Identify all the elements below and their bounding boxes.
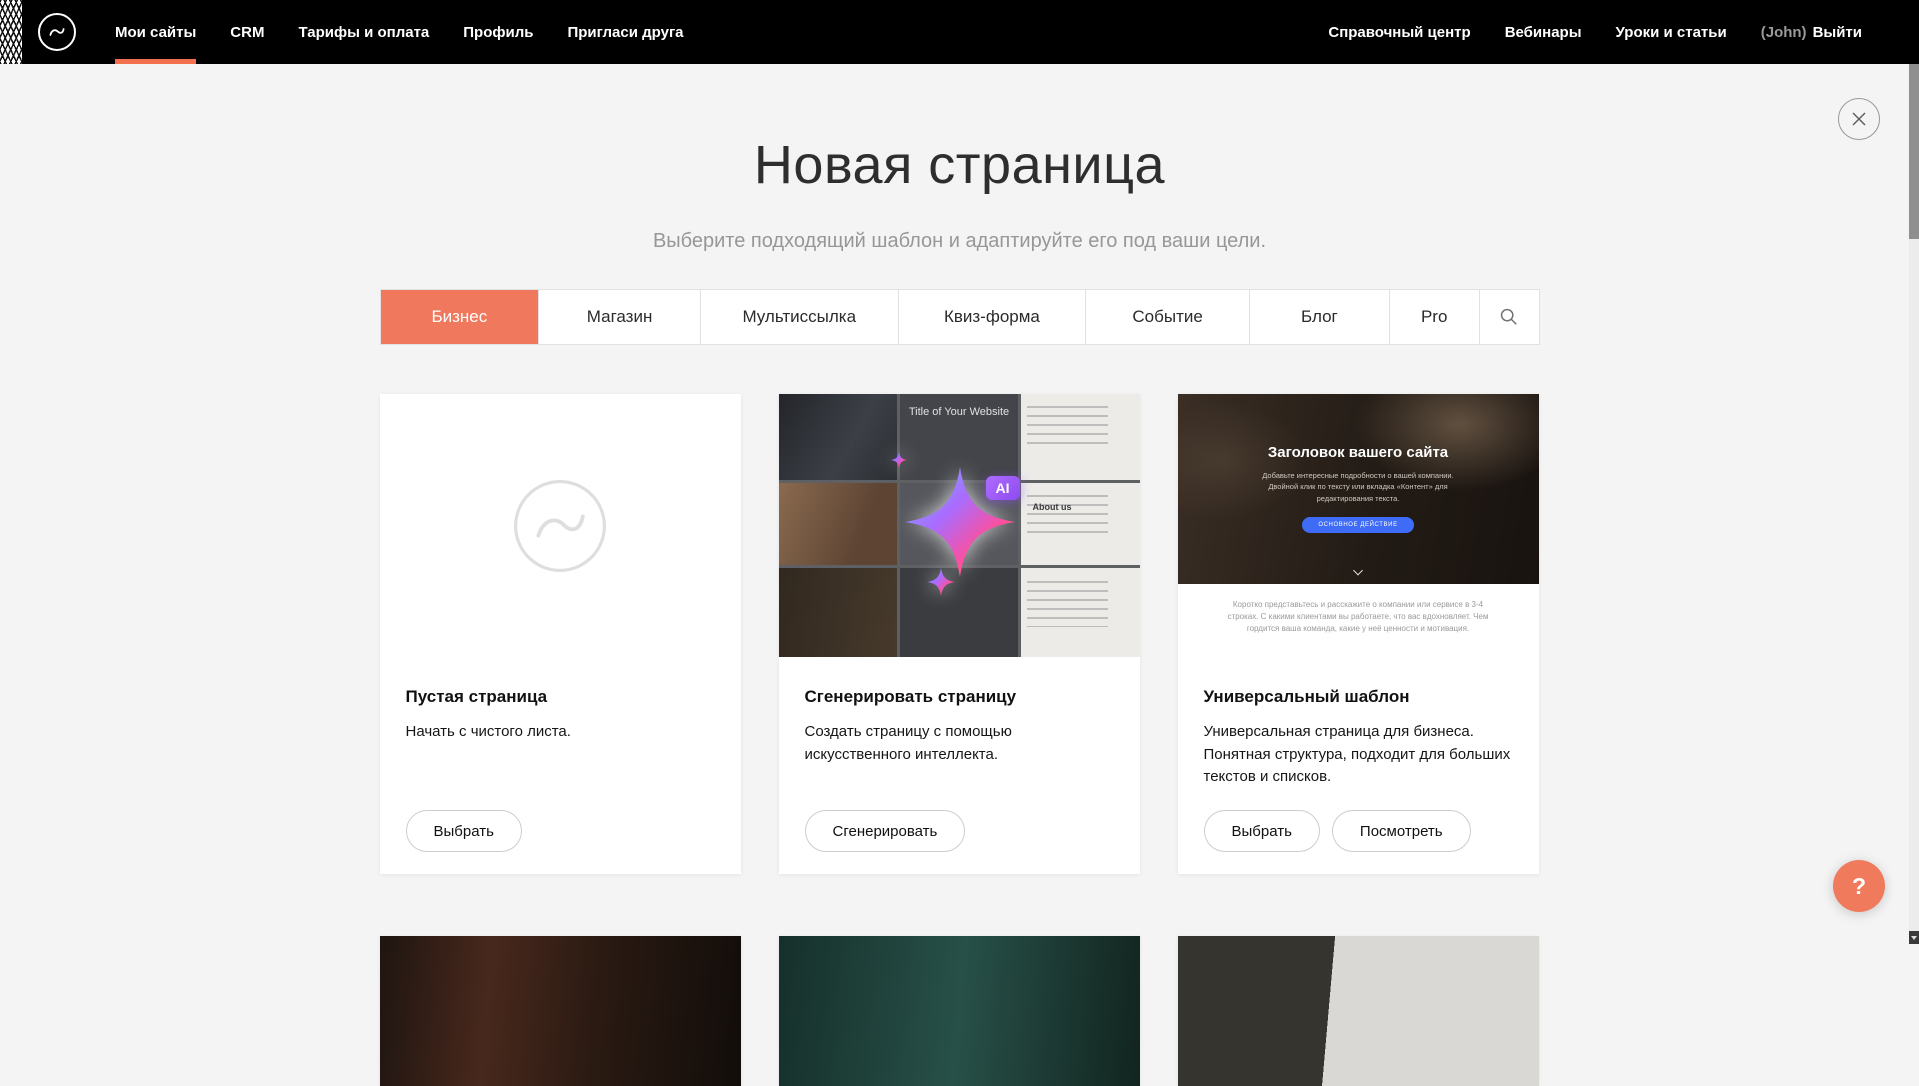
preview-button[interactable]: Посмотреть (1332, 810, 1471, 852)
card-title: Универсальный шаблон (1204, 687, 1513, 707)
template-card-partial[interactable] (1178, 936, 1539, 1086)
top-navbar: Мои сайты CRM Тарифы и оплата Профиль Пр… (0, 0, 1919, 64)
nav-profile[interactable]: Профиль (446, 0, 550, 64)
select-button[interactable]: Выбрать (1204, 810, 1320, 852)
card-info: Универсальный шаблон Универсальная стран… (1178, 657, 1539, 789)
ai-collage-preview: Title of Your Website About us (779, 394, 1140, 657)
collage-about-label: About us (1033, 502, 1072, 512)
close-icon (1851, 111, 1867, 127)
logout-label: Выйти (1813, 24, 1862, 41)
nav-my-sites[interactable]: Мои сайты (98, 0, 213, 64)
template-card-partial[interactable] (779, 936, 1140, 1086)
ai-badge: AI (986, 476, 1020, 500)
card-actions: Выбрать Посмотреть (1204, 810, 1471, 852)
card-actions: Сгенерировать (805, 810, 966, 852)
collage-site-title: Title of Your Website (779, 406, 1140, 418)
card-info: Сгенерировать страницу Создать страницу … (779, 657, 1140, 766)
nav-help-center[interactable]: Справочный центр (1311, 0, 1487, 64)
template-card-blank[interactable]: Пустая страница Начать с чистого листа. … (380, 394, 741, 874)
card-title: Пустая страница (406, 687, 715, 707)
blank-preview (380, 394, 741, 657)
template-body-text: Коротко представьтесь и расскажите о ком… (1224, 599, 1493, 635)
card-description: Создать страницу с помощью искусственног… (805, 721, 1114, 766)
ai-sparkle-small-icon (891, 452, 907, 468)
card-title: Сгенерировать страницу (805, 687, 1114, 707)
tab-quiz-form[interactable]: Квиз-форма (898, 290, 1086, 344)
tab-event[interactable]: Событие (1085, 290, 1249, 344)
ai-sparkle-small-icon (927, 568, 955, 596)
template-hero-title: Заголовок вашего сайта (1178, 444, 1539, 461)
template-card-ai-generate[interactable]: Title of Your Website About us (779, 394, 1140, 874)
vertical-scrollbar[interactable] (1909, 0, 1919, 944)
card-description: Начать с чистого листа. (406, 721, 715, 744)
page-title: Новая страница (380, 138, 1540, 192)
nav-crm[interactable]: CRM (213, 0, 281, 64)
nav-logout[interactable]: (John) Выйти (1744, 0, 1879, 64)
tab-multilink[interactable]: Мультиссылка (700, 290, 898, 344)
scroll-down-icon (1911, 936, 1917, 940)
template-hero: Заголовок вашего сайта Добавьте интересн… (1178, 394, 1539, 584)
tilda-watermark-icon (512, 478, 608, 574)
tilda-tilde-icon (45, 20, 69, 44)
scrollbar-thumb[interactable] (1909, 64, 1919, 239)
help-button[interactable]: ? (1833, 860, 1885, 912)
collage-tile (1021, 568, 1140, 657)
secondary-nav: Справочный центр Вебинары Уроки и статьи… (1311, 0, 1879, 64)
template-cards-row: Пустая страница Начать с чистого листа. … (380, 394, 1540, 874)
template-body: Коротко представьтесь и расскажите о ком… (1178, 584, 1539, 635)
search-icon (1499, 307, 1519, 327)
close-button[interactable] (1838, 98, 1880, 140)
tilda-logo[interactable] (38, 13, 76, 51)
tab-business[interactable]: Бизнес (381, 290, 539, 344)
card-info: Пустая страница Начать с чистого листа. (380, 657, 741, 744)
scrollbar-top-cap (1909, 0, 1919, 64)
template-card-universal[interactable]: Заголовок вашего сайта Добавьте интересн… (1178, 394, 1539, 874)
collage-tile (779, 568, 897, 657)
card-actions: Выбрать (406, 810, 522, 852)
collage-tile (900, 568, 1018, 657)
collage-tile (779, 483, 897, 565)
nav-webinars[interactable]: Вебинары (1488, 0, 1599, 64)
generate-button[interactable]: Сгенерировать (805, 810, 966, 852)
tab-pro[interactable]: Pro (1389, 290, 1479, 344)
template-hero-subtitle: Добавьте интересные подробности о вашей … (1252, 470, 1464, 504)
tab-shop[interactable]: Магазин (538, 290, 700, 344)
template-hero-button: основное действие (1302, 517, 1414, 533)
select-button[interactable]: Выбрать (406, 810, 522, 852)
scroll-down-button[interactable] (1909, 931, 1919, 944)
template-category-tabs: Бизнес Магазин Мультиссылка Квиз-форма С… (380, 289, 1540, 345)
main-nav: Мои сайты CRM Тарифы и оплата Профиль Пр… (98, 0, 701, 64)
template-card-partial[interactable] (380, 936, 741, 1086)
page-subtitle: Выберите подходящий шаблон и адаптируйте… (380, 231, 1540, 252)
nav-tariffs[interactable]: Тарифы и оплата (281, 0, 446, 64)
nav-lessons[interactable]: Уроки и статьи (1599, 0, 1744, 64)
tab-blog[interactable]: Блог (1249, 290, 1389, 344)
chevron-down-icon (1353, 566, 1363, 576)
collage-tile (1021, 483, 1140, 565)
zigzag-pattern (0, 0, 22, 64)
user-name: (John) (1761, 24, 1807, 41)
universal-template-preview: Заголовок вашего сайта Добавьте интересн… (1178, 394, 1539, 657)
nav-invite-friend[interactable]: Пригласи друга (550, 0, 700, 64)
tab-search[interactable] (1479, 290, 1539, 344)
card-description: Универсальная страница для бизнеса. Поня… (1204, 721, 1513, 789)
template-cards-row-partial (380, 936, 1540, 1086)
